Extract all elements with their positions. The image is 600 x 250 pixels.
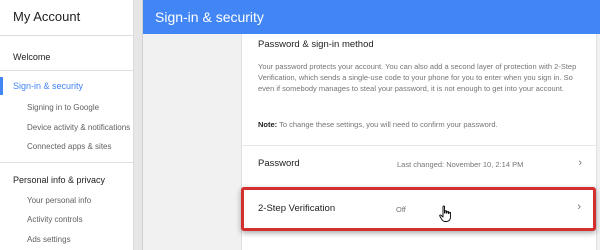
sidebar-scrollbar[interactable] — [134, 0, 143, 250]
two-step-verification-status: Off — [396, 205, 406, 214]
two-step-verification-row[interactable]: 2-Step Verification Off › — [241, 187, 596, 231]
chevron-right-icon: › — [578, 157, 582, 169]
divider — [0, 162, 133, 163]
sidebar: My Account Welcome Sign-in & security Si… — [0, 0, 134, 250]
card-title: Password & sign-in method — [258, 39, 374, 50]
card-note: Note: To change these settings, you will… — [258, 120, 578, 129]
password-last-changed: Last changed: November 10, 2:14 PM — [397, 160, 524, 169]
note-label: Note: — [258, 120, 278, 129]
sidebar-item-signing-in[interactable]: Signing in to Google — [0, 103, 133, 112]
sidebar-title: My Account — [0, 0, 133, 36]
sidebar-item-sign-in-security[interactable]: Sign-in & security — [0, 77, 133, 95]
password-label: Password — [258, 158, 300, 169]
sidebar-item-device-activity[interactable]: Device activity & notifications — [0, 123, 133, 132]
sidebar-item-ads-settings[interactable]: Ads settings — [0, 235, 133, 244]
sidebar-item-personal-info-privacy[interactable]: Personal info & privacy — [0, 175, 133, 185]
chevron-right-icon: › — [577, 201, 581, 213]
note-text: To change these settings, you will need … — [277, 120, 498, 129]
two-step-verification-label: 2-Step Verification — [258, 203, 336, 214]
hand-cursor-icon — [439, 205, 451, 222]
card-description: Your password protects your account. You… — [258, 62, 577, 93]
divider — [0, 70, 133, 71]
sidebar-item-connected-apps[interactable]: Connected apps & sites — [0, 142, 133, 151]
sidebar-item-your-personal-info[interactable]: Your personal info — [0, 196, 133, 205]
page-title: Sign-in & security — [155, 9, 264, 25]
sidebar-item-activity-controls[interactable]: Activity controls — [0, 215, 133, 224]
page-header: Sign-in & security — [143, 0, 600, 34]
divider — [242, 145, 596, 146]
sidebar-item-welcome[interactable]: Welcome — [0, 52, 133, 62]
